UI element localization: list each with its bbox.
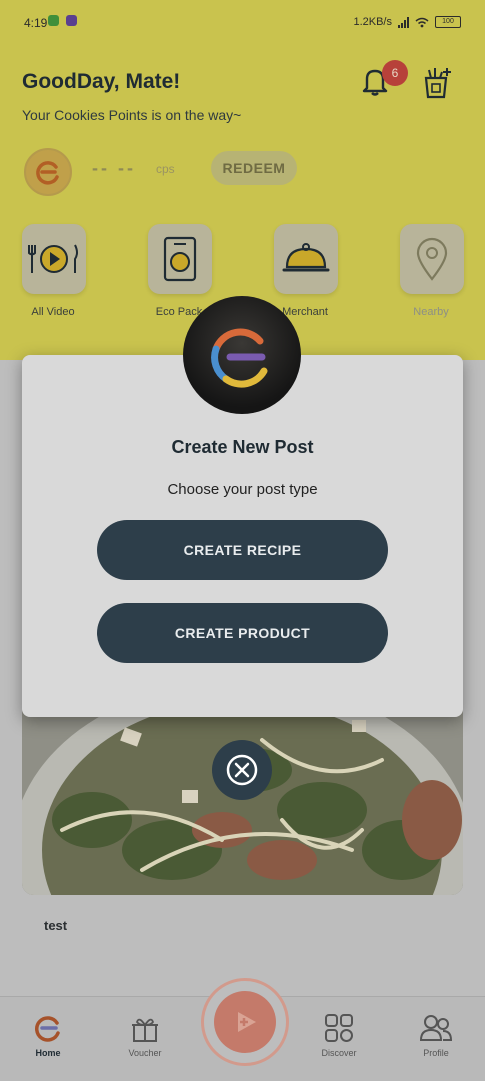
network-speed: 1.2KB/s xyxy=(353,16,392,28)
greeting-title: GoodDay, Mate! xyxy=(22,70,181,93)
battery-icon: 100 xyxy=(435,16,461,28)
menu-label-nearby: Nearby xyxy=(413,306,449,318)
brand-logo-icon xyxy=(36,161,59,185)
status-right: 1.2KB/s 100 xyxy=(353,16,461,28)
home-logo-icon xyxy=(35,1016,60,1042)
gift-icon xyxy=(132,1018,158,1042)
points-subtext: Your Cookies Points is on the way~ xyxy=(22,107,242,123)
grid-icon xyxy=(325,1014,353,1042)
nav-profile[interactable]: Profile xyxy=(406,1012,466,1058)
modal-subtitle: Choose your post type xyxy=(167,481,318,498)
create-post-fab-ring xyxy=(201,978,289,1066)
signal-icon xyxy=(398,16,409,28)
close-icon xyxy=(226,754,258,786)
nav-label-discover: Discover xyxy=(321,1048,357,1058)
create-post-fab[interactable] xyxy=(214,991,276,1053)
nav-voucher[interactable]: Voucher xyxy=(115,1012,175,1058)
status-bar: 4:19 1.2KB/s 100 xyxy=(0,0,485,46)
nav-label-voucher: Voucher xyxy=(128,1048,162,1058)
nav-discover[interactable]: Discover xyxy=(309,1012,369,1058)
menu-tile-merchant[interactable] xyxy=(274,224,338,294)
notification-badge: 6 xyxy=(382,60,408,86)
app-notification-icon xyxy=(66,15,77,26)
location-pin-icon xyxy=(416,237,448,281)
chat-app-icon xyxy=(48,15,59,26)
redeem-button[interactable]: REDEEM xyxy=(211,151,297,185)
play-plus-icon xyxy=(238,1012,256,1032)
brand-logo-icon xyxy=(211,328,268,388)
modal-title: Create New Post xyxy=(171,437,314,457)
create-recipe-button[interactable]: CREATE RECIPE xyxy=(97,520,388,580)
post-title: test xyxy=(44,918,68,933)
create-product-button[interactable]: CREATE PRODUCT xyxy=(97,603,388,663)
menu-label-all-video: All Video xyxy=(31,306,75,318)
menu-tile-nearby[interactable] xyxy=(400,224,464,294)
eco-pack-icon xyxy=(163,236,197,282)
nav-label-profile: Profile xyxy=(423,1048,449,1058)
points-unit: cps xyxy=(156,162,175,176)
nav-home[interactable]: Home xyxy=(18,1012,78,1058)
menu-tile-eco-pack[interactable] xyxy=(148,224,212,294)
close-modal-button[interactable] xyxy=(212,740,272,800)
people-icon xyxy=(419,1015,453,1041)
modal-brand-logo xyxy=(183,296,301,414)
menu-tile-all-video[interactable] xyxy=(22,224,86,294)
cloche-icon xyxy=(282,243,330,272)
video-icon xyxy=(28,244,78,273)
points-value: -- -- xyxy=(92,158,136,178)
nav-label-home: Home xyxy=(35,1048,61,1058)
wifi-icon xyxy=(415,17,429,27)
status-time: 4:19 xyxy=(24,16,48,30)
points-logo-avatar xyxy=(24,148,72,196)
grocery-bag-icon[interactable] xyxy=(418,64,454,100)
